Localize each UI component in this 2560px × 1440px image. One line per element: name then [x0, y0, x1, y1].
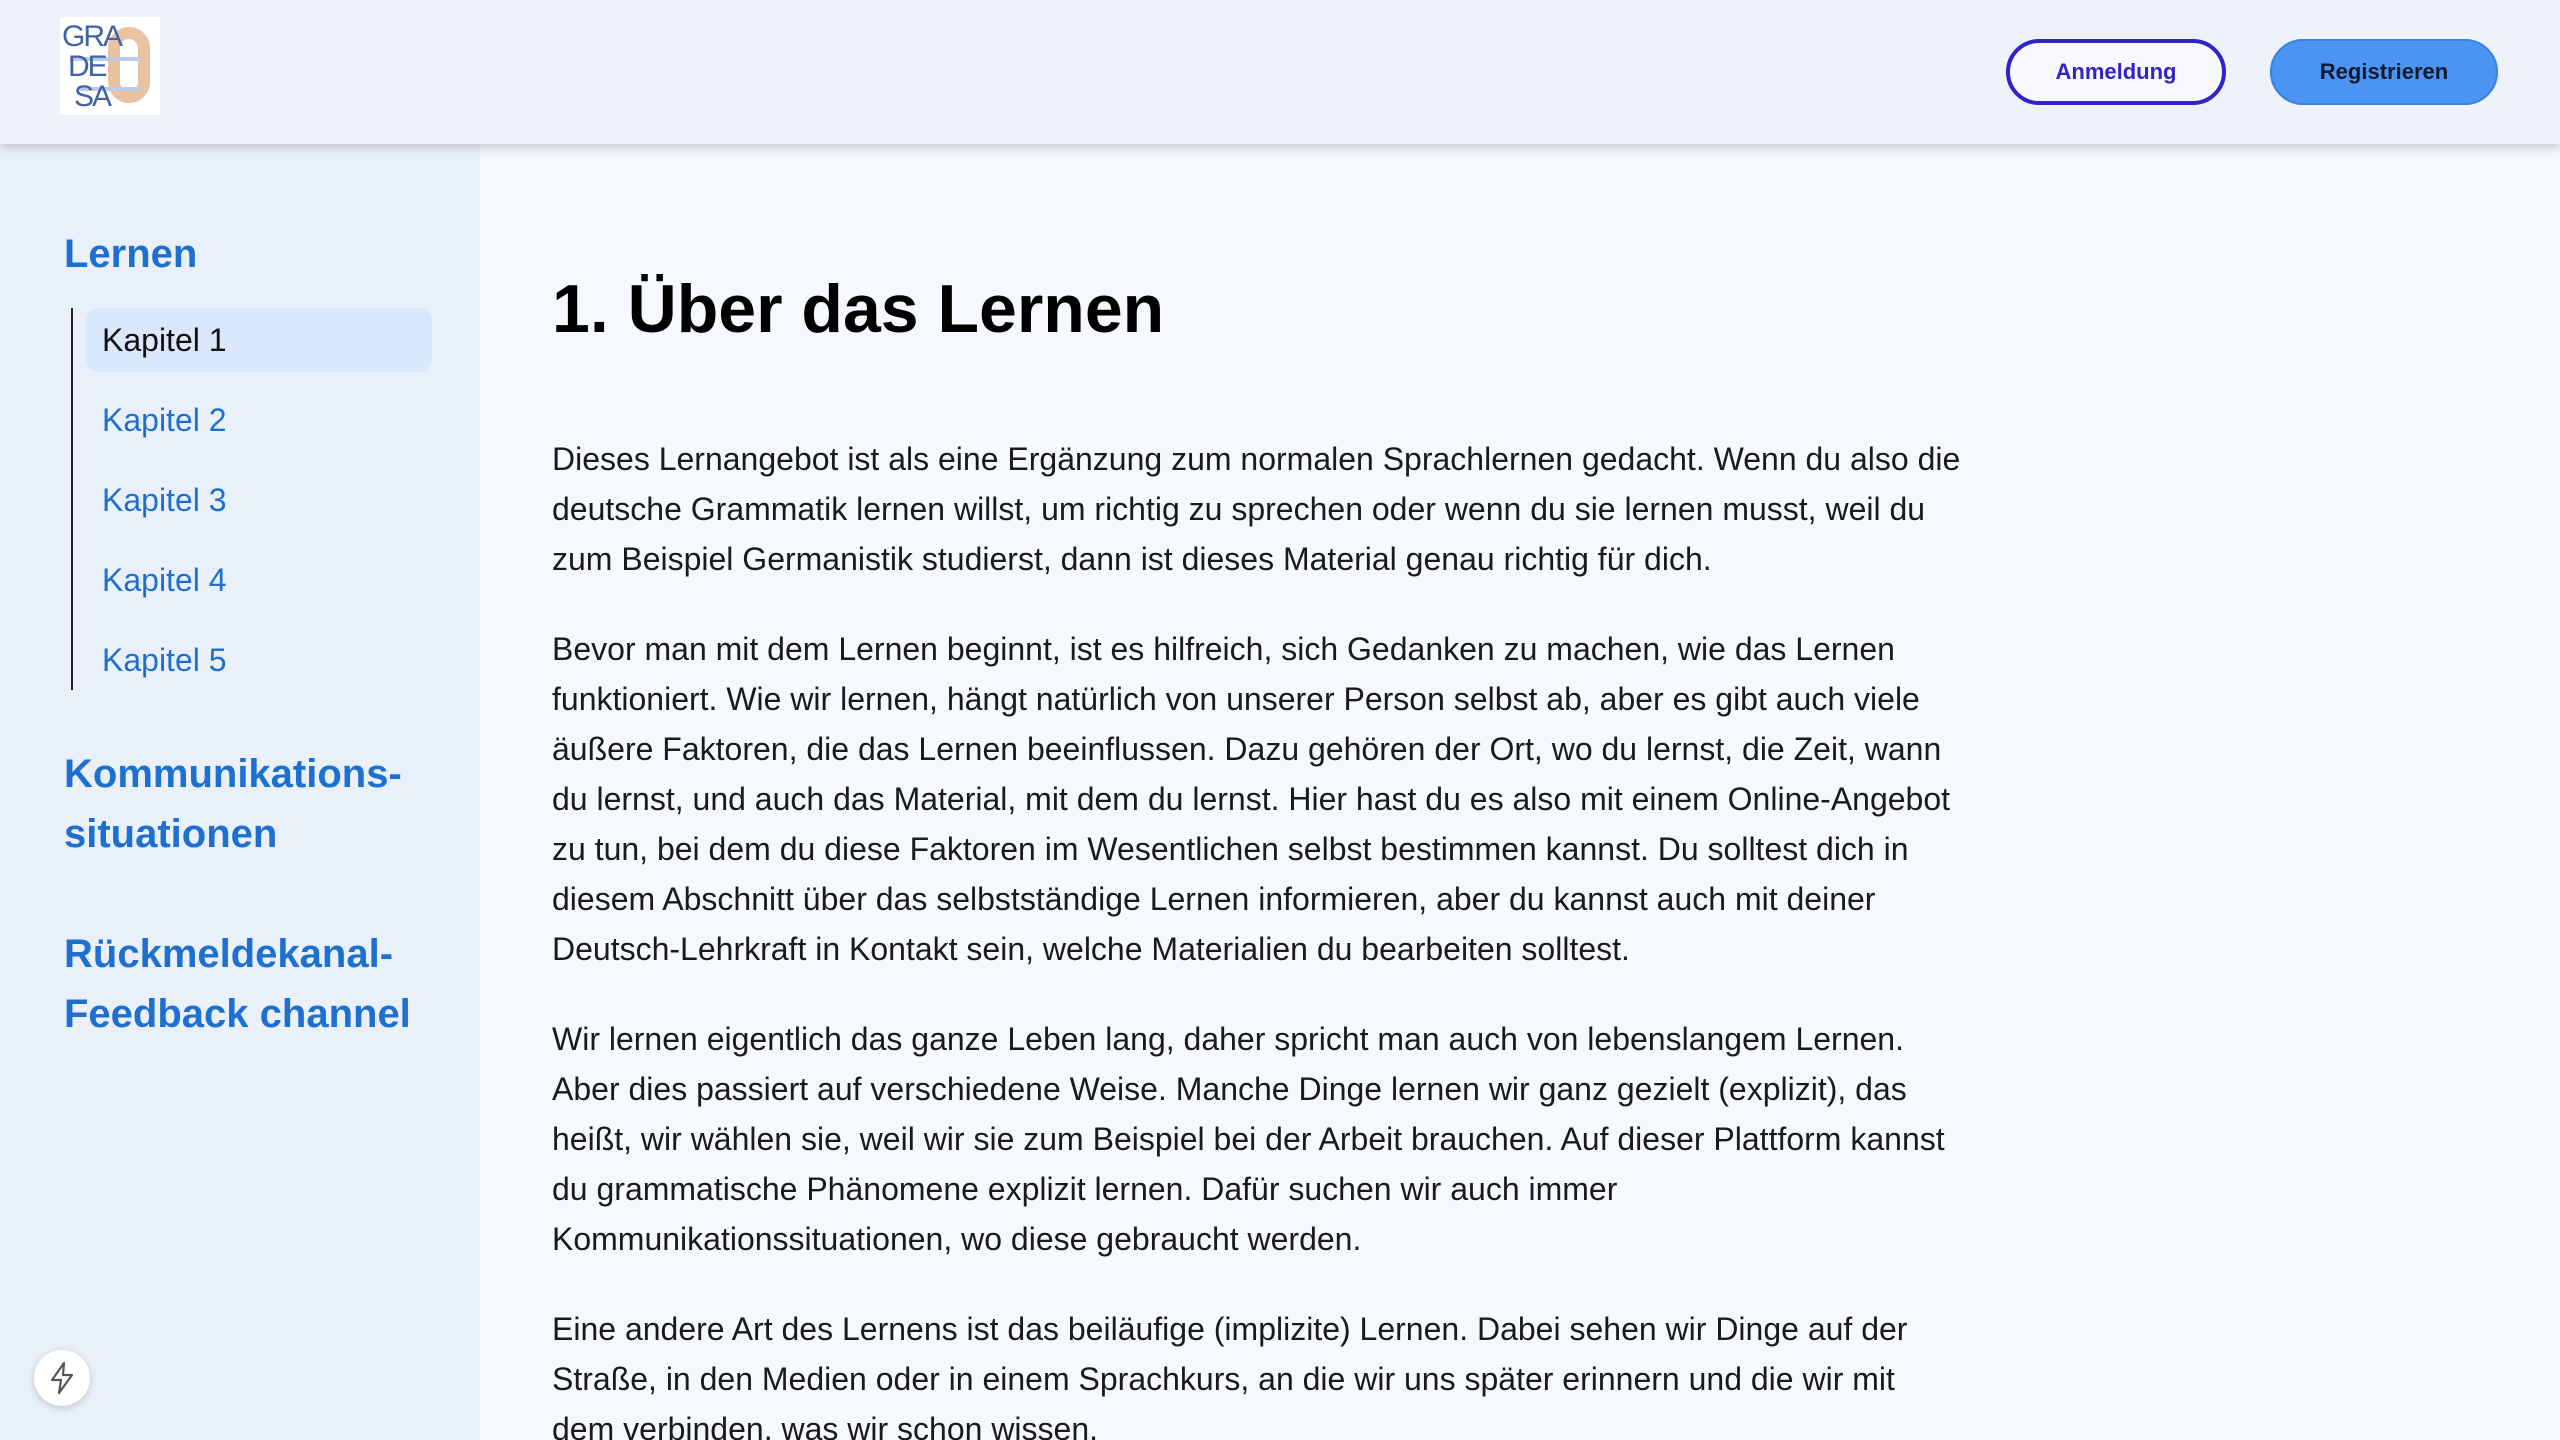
paragraph: Dieses Lernangebot ist als eine Ergänzun… [552, 441, 1961, 577]
sidebar-section-title-line: Feedback channel [64, 992, 411, 1036]
sidebar-item-kapitel-4[interactable]: Kapitel 4 [86, 548, 432, 612]
main-content: 1. Über das Lernen Dieses Lernangebot is… [480, 144, 2560, 1440]
sidebar-section-title-line: situationen [64, 812, 278, 856]
gradesa-logo[interactable]: GRA DE SA [60, 17, 160, 115]
paragraph: Bevor man mit dem Lernen beginnt, ist es… [552, 631, 1951, 967]
logo-text-line: GRA [62, 20, 123, 53]
page-title: 1. Über das Lernen [552, 271, 1165, 347]
login-button[interactable]: Anmeldung [2006, 39, 2226, 105]
article-body: Dieses Lernangebot ist als eine Ergänzun… [552, 434, 1962, 1440]
logo-text-line: SA [74, 80, 112, 113]
logo-text-line: DE [68, 50, 108, 83]
sidebar-item-kapitel-3[interactable]: Kapitel 3 [86, 468, 432, 532]
top-header: GRA DE SA Anmeldung Registrieren [0, 0, 2560, 144]
sidebar-nav: Lernen Kapitel 1 Kapitel 2 Kapitel 3 Kap… [0, 144, 480, 1440]
lightning-bolt-icon[interactable] [34, 1350, 90, 1406]
sidebar-section-feedback-channel[interactable]: Rückmeldekanal- Feedback channel [64, 924, 411, 1044]
register-button[interactable]: Registrieren [2270, 39, 2498, 105]
sidebar-item-kapitel-5[interactable]: Kapitel 5 [86, 628, 432, 692]
sidebar-section-title-line: Rückmeldekanal- [64, 932, 394, 976]
paragraph: Wir lernen eigentlich das ganze Leben la… [552, 1021, 1945, 1257]
sidebar-item-kapitel-2[interactable]: Kapitel 2 [86, 388, 432, 452]
lightning-bolt-svg [50, 1361, 74, 1395]
sidebar-section-lernen[interactable]: Lernen [64, 224, 197, 284]
sidebar-section-title-line: Kommunikations- [64, 752, 402, 796]
chapter-list-divider [71, 308, 73, 690]
sidebar-section-kommunikationssituationen[interactable]: Kommunikations- situationen [64, 744, 402, 864]
sidebar-item-kapitel-1[interactable]: Kapitel 1 [86, 308, 432, 372]
paragraph: Eine andere Art des Lernens ist das beil… [552, 1311, 1908, 1440]
